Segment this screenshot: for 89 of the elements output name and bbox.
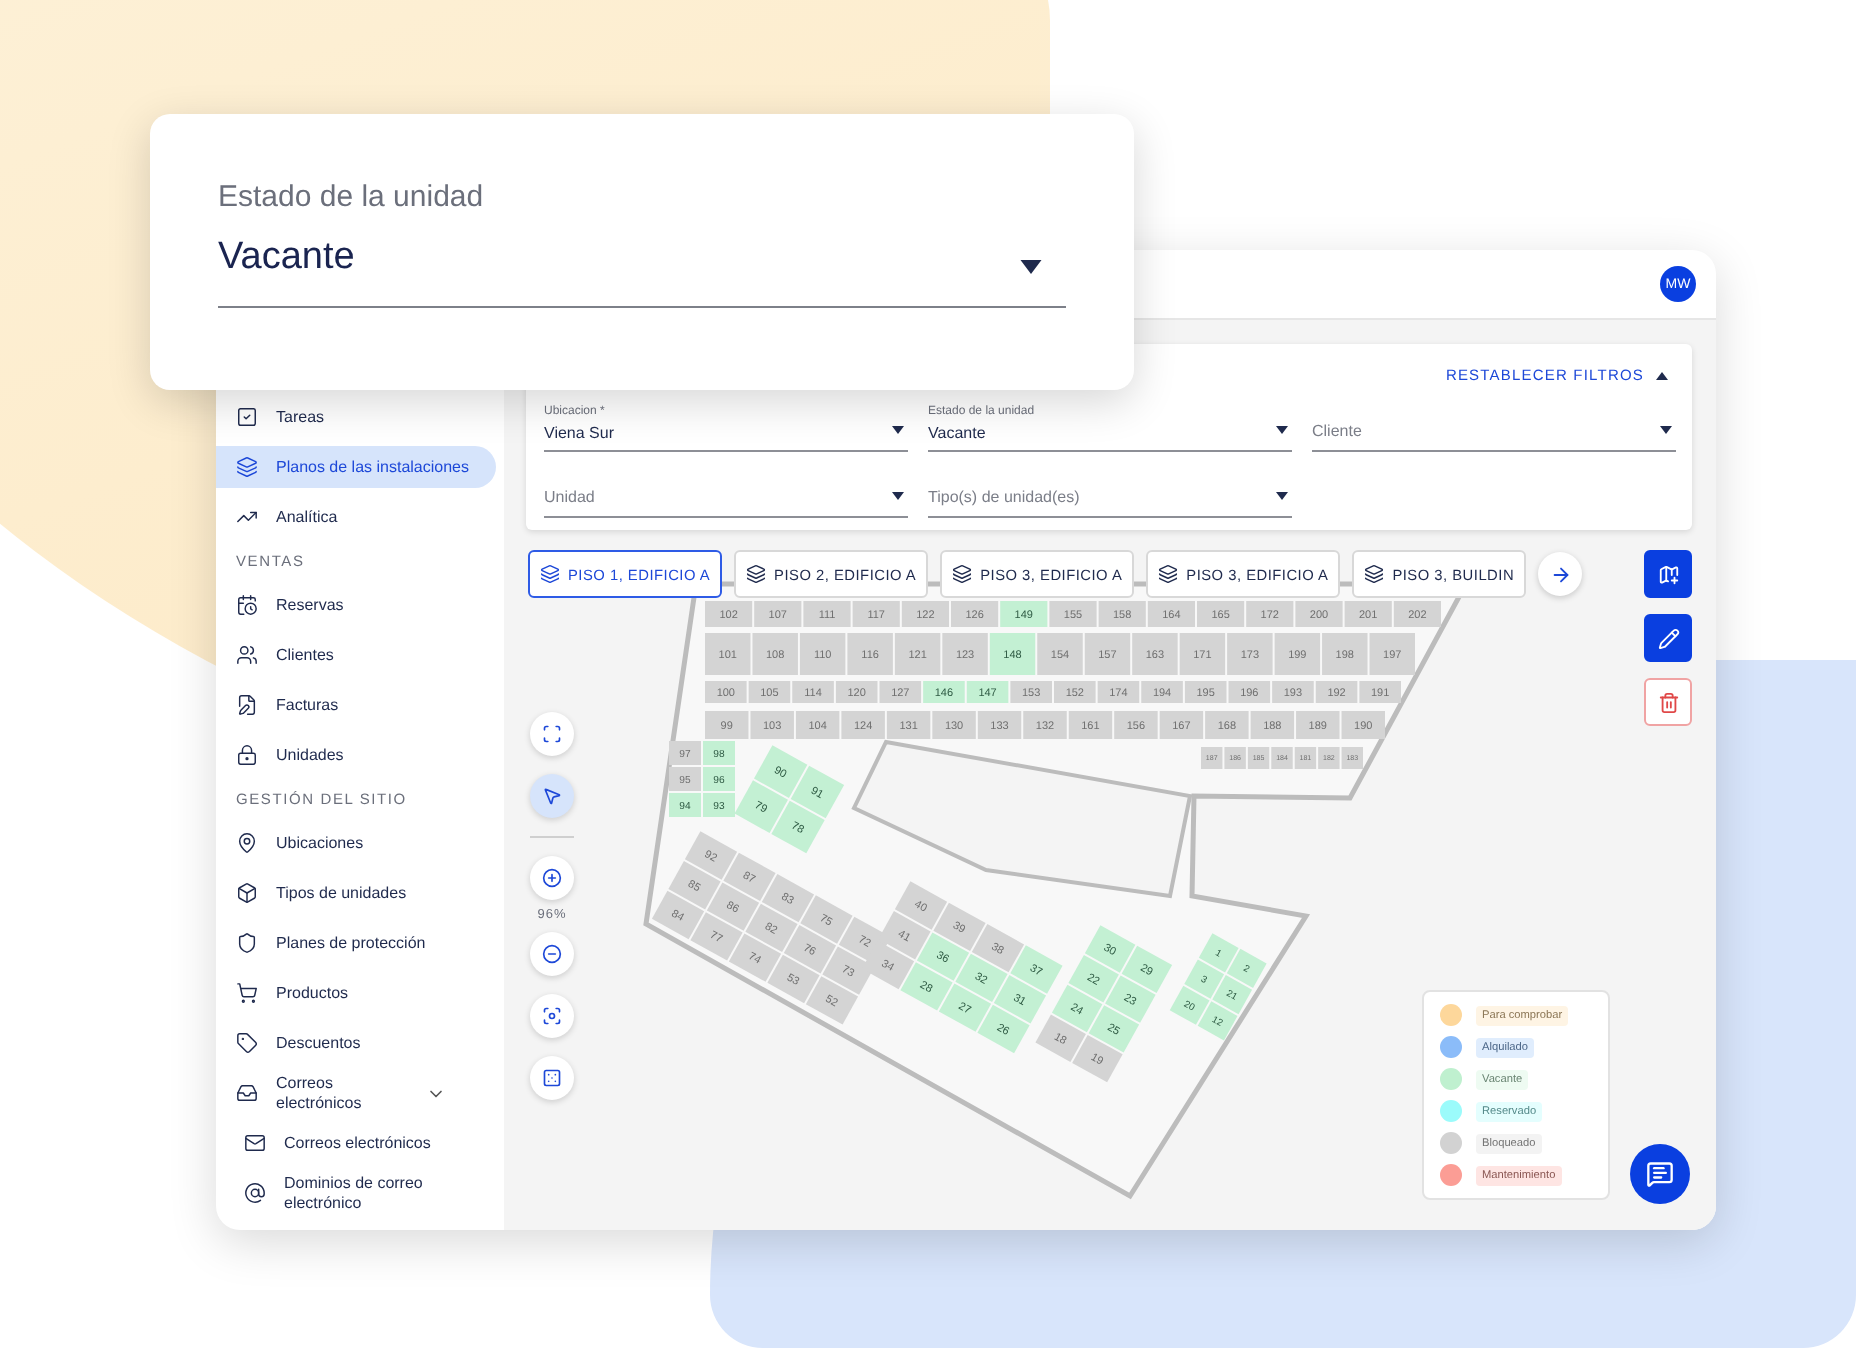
- nav-label: Clientes: [276, 645, 336, 665]
- at-sign-icon: [244, 1182, 266, 1205]
- field-placeholder: Tipo(s) de unidad(es): [928, 488, 1080, 506]
- nav-label: Tipos de unidades: [276, 883, 409, 903]
- nav-label: Unidades: [276, 745, 346, 765]
- select-field[interactable]: Unidad: [544, 468, 908, 518]
- field-label: Estado de la unidad: [218, 180, 486, 214]
- field-value: Vacante: [928, 424, 986, 442]
- nav-item[interactable]: Productos: [216, 972, 496, 1014]
- location-pin-icon: [236, 832, 258, 854]
- map-plus-icon: [1657, 563, 1679, 585]
- dice-icon: [542, 1068, 562, 1088]
- nav-label: Descuentos: [276, 1033, 363, 1053]
- layers-icon: [952, 564, 973, 584]
- nav-item[interactable]: Facturas: [216, 684, 496, 726]
- map-tool-button[interactable]: [530, 774, 574, 818]
- map-tool-button[interactable]: [530, 994, 574, 1038]
- select-field[interactable]: Tipo(s) de unidad(es): [928, 468, 1292, 518]
- layers-icon: [236, 456, 258, 478]
- nav-label: Planos de las instalaciones: [276, 457, 472, 477]
- caret-icon: [1276, 426, 1288, 434]
- cube-icon: [236, 882, 258, 904]
- select-field[interactable]: Cliente: [1312, 402, 1676, 452]
- nav-label: Analítica: [276, 507, 340, 527]
- caret-icon: [1656, 371, 1668, 379]
- nav-item[interactable]: Correos electrónicos: [216, 1072, 496, 1115]
- nav-item[interactable]: Reservas: [216, 584, 496, 626]
- next-button[interactable]: [1538, 552, 1583, 596]
- chat-button[interactable]: [1630, 1144, 1690, 1204]
- nav-label: Correos electrónicos: [284, 1133, 433, 1153]
- nav-label: Productos: [276, 983, 351, 1003]
- checkbox-icon: [236, 406, 258, 428]
- cursor-icon: [542, 786, 562, 806]
- nav-item[interactable]: Ubicaciones: [216, 822, 496, 864]
- layers-icon: [1364, 564, 1385, 584]
- nav-label: Ubicaciones: [276, 833, 366, 853]
- caret-icon: [892, 492, 904, 500]
- add-map-button[interactable]: [1644, 550, 1692, 598]
- calendar-icon: [236, 594, 258, 616]
- zoom-out-icon: [542, 944, 562, 964]
- nav-item[interactable]: Descuentos: [216, 1022, 496, 1064]
- document-icon: [236, 694, 258, 716]
- caret-icon: [892, 426, 904, 434]
- nav-item[interactable]: Planes de protección: [216, 922, 496, 964]
- field-placeholder: Cliente: [1312, 422, 1362, 440]
- nav-label: Planes de protección: [276, 933, 428, 953]
- nav-item[interactable]: Tipos de unidades: [216, 872, 496, 914]
- nav-item[interactable]: Tareas: [216, 396, 496, 438]
- chat-icon: [1646, 1160, 1674, 1188]
- layers-icon: [1158, 564, 1179, 584]
- fullscreen-icon: [542, 724, 562, 744]
- nav-label: Correos electrónicos: [276, 1074, 364, 1113]
- people-icon: [236, 644, 258, 666]
- delete-button[interactable]: [1644, 678, 1692, 726]
- field-value: Viena Sur: [544, 424, 614, 442]
- field-placeholder: Unidad: [544, 488, 595, 506]
- nav-subitem[interactable]: Dominios de correo electrónico: [216, 1172, 496, 1215]
- map-tool-button[interactable]: [530, 1056, 574, 1100]
- arrow-right-icon: [1549, 563, 1572, 585]
- map-tool-button[interactable]: [530, 856, 574, 900]
- inbox-icon: [236, 1082, 258, 1105]
- layers-icon: [746, 564, 767, 584]
- nav-label: Tareas: [276, 407, 327, 427]
- cart-icon: [236, 982, 258, 1004]
- shield-icon: [236, 932, 258, 954]
- nav-item[interactable]: Clientes: [216, 634, 496, 676]
- caret-icon: [1276, 492, 1288, 500]
- nav-item[interactable]: Analítica: [216, 496, 496, 538]
- map-tool-button[interactable]: [530, 932, 574, 976]
- pencil-icon: [1657, 627, 1679, 649]
- layers-icon: [540, 564, 560, 584]
- focus-icon: [542, 1006, 562, 1026]
- lock-icon: [236, 744, 258, 766]
- tag-icon: [236, 1032, 258, 1054]
- status-select[interactable]: Estado de la unidad Vacante: [218, 180, 1066, 308]
- trash-icon: [1657, 691, 1679, 713]
- caret-icon: [1020, 260, 1042, 274]
- nav-item[interactable]: Unidades: [216, 734, 496, 776]
- field-value: Vacante: [218, 236, 355, 280]
- caret-icon: [1660, 426, 1672, 434]
- nav-label: Facturas: [276, 695, 341, 715]
- edit-button[interactable]: [1644, 614, 1692, 662]
- chart-icon: [236, 506, 258, 528]
- nav-item[interactable]: Planos de las instalaciones: [216, 446, 496, 488]
- nav-label: Dominios de correo electrónico: [284, 1174, 425, 1213]
- envelope-icon: [244, 1132, 266, 1155]
- zoom-in-icon: [542, 868, 562, 888]
- nav-label: Reservas: [276, 595, 346, 615]
- nav-subitem[interactable]: Correos electrónicos: [216, 1122, 496, 1165]
